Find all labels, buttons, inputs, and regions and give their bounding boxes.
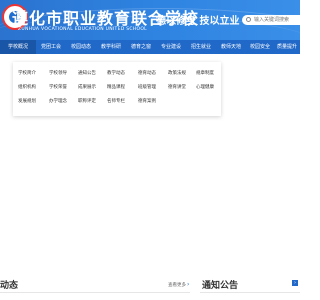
dropdown-item[interactable]: 通知公告 (78, 70, 96, 76)
school-name-english: ZUNHUA VOCATIONAL EDUCATION UNITED SCHOO… (18, 27, 147, 32)
divider (0, 292, 190, 293)
nav-item-party-union[interactable]: 党团工会 (36, 40, 66, 54)
dropdown-item[interactable]: 心理健康 (196, 84, 214, 90)
dropdown-item[interactable]: 发展规划 (18, 98, 36, 104)
notice-section-header: 通知公告 › (200, 278, 300, 300)
nav-item-teachers[interactable]: 教师天地 (216, 40, 246, 54)
site-header: 遵化市职业教育联合学校 ZUNHUA VOCATIONAL EDUCATION … (0, 0, 300, 40)
dropdown-item[interactable]: 组织机构 (18, 84, 36, 90)
school-motto: 德以修身 技以立业 (156, 16, 240, 27)
page: 遵化市职业教育联合学校 ZUNHUA VOCATIONAL EDUCATION … (0, 0, 300, 300)
section-title: 通知公告 (202, 281, 239, 291)
nav-item-teaching-research[interactable]: 教学科研 (96, 40, 126, 54)
dropdown-item[interactable]: 职称评定 (78, 98, 96, 104)
nav-item-campus-news[interactable]: 校园动态 (66, 40, 96, 54)
nav-dropdown-menu: 学校简介 组织机构 发展规划 学校领导 学校荣誉 办学理念 通知公告 成果展示 … (13, 62, 221, 116)
dropdown-item[interactable]: 德育讲堂 (168, 84, 186, 90)
news-section-header: 动态 查看更多 › (0, 278, 190, 300)
nav-item-enrollment[interactable]: 招生就业 (186, 40, 216, 54)
dropdown-item[interactable]: 名师专栏 (107, 98, 125, 104)
view-more-link[interactable]: 查看更多 (168, 282, 186, 288)
dropdown-item[interactable]: 精品课程 (107, 84, 125, 90)
dropdown-item[interactable]: 学校领导 (49, 70, 67, 76)
chevron-right-icon[interactable]: › (292, 280, 298, 286)
nav-item-moral-education[interactable]: 德育之窗 (126, 40, 156, 54)
dropdown-item[interactable]: 办学理念 (49, 98, 67, 104)
search-input[interactable] (254, 16, 298, 24)
dropdown-item[interactable]: 学校荣誉 (49, 84, 67, 90)
dropdown-item[interactable]: 规章制度 (196, 70, 214, 76)
dropdown-item[interactable]: 成果展示 (78, 84, 96, 90)
nav-item-major-construction[interactable]: 专业建设 (156, 40, 186, 54)
nav-item-school-overview[interactable]: 学校概况 (0, 40, 36, 54)
dropdown-item[interactable]: 政策法规 (168, 70, 186, 76)
chevron-right-icon[interactable]: › (187, 281, 189, 288)
dropdown-item[interactable]: 德育案例 (138, 98, 156, 104)
dropdown-item[interactable]: 德育动态 (138, 70, 156, 76)
dropdown-item[interactable]: 班级管理 (138, 84, 156, 90)
dropdown-item[interactable]: 学校简介 (18, 70, 36, 76)
main-nav: 学校概况 党团工会 校园动态 教学科研 德育之窗 专业建设 招生就业 教师天地 … (0, 40, 300, 54)
dropdown-item[interactable]: 教学动态 (107, 70, 125, 76)
nav-item-quality[interactable]: 质量提升 (274, 40, 300, 54)
nav-item-campus-safety[interactable]: 校园安全 (246, 40, 274, 54)
divider (200, 292, 300, 293)
search-box[interactable] (242, 15, 300, 25)
section-title: 动态 (0, 281, 19, 291)
search-icon[interactable] (246, 17, 251, 22)
